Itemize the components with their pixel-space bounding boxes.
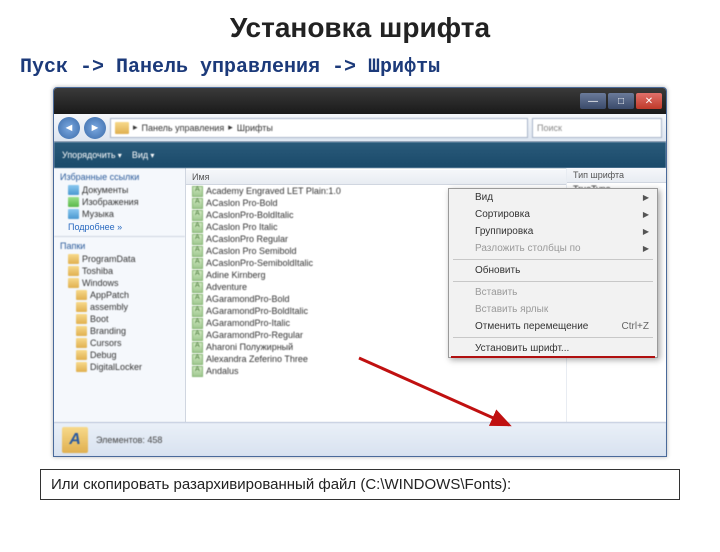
context-menu-item[interactable]: Вид▶ — [449, 189, 657, 206]
folder-icon — [115, 122, 129, 134]
folder-icon — [68, 278, 79, 288]
submenu-arrow-icon: ▶ — [643, 210, 649, 219]
sidebar-folder-item[interactable]: Branding — [54, 325, 185, 337]
sidebar-fav-item[interactable]: Музыка — [54, 208, 185, 220]
sidebar-folder-item[interactable]: Cursors — [54, 337, 185, 349]
folder-icon — [76, 326, 87, 336]
submenu-arrow-icon: ▶ — [643, 193, 649, 202]
font-file-icon — [192, 222, 203, 233]
titlebar: — □ ✕ — [54, 88, 666, 114]
sidebar-fav-item[interactable]: Документы — [54, 184, 185, 196]
sidebar-folder-item[interactable]: Debug — [54, 349, 185, 361]
folders-header: Папки — [54, 236, 185, 253]
font-file-icon — [192, 186, 203, 197]
link-icon — [68, 197, 79, 207]
sidebar-folder-item[interactable]: Windows — [54, 277, 185, 289]
context-menu: Вид▶Сортировка▶Группировка▶Разложить сто… — [448, 188, 658, 358]
link-icon — [68, 185, 79, 195]
context-menu-item[interactable]: Установить шрифт... — [449, 340, 657, 357]
context-menu-item[interactable]: Сортировка▶ — [449, 206, 657, 223]
context-menu-item[interactable]: Отменить перемещениеCtrl+Z — [449, 318, 657, 335]
submenu-arrow-icon: ▶ — [643, 227, 649, 236]
fonts-folder-icon: A — [62, 427, 88, 453]
folder-icon — [76, 314, 87, 324]
font-file-icon — [192, 210, 203, 221]
organize-menu[interactable]: Упорядочить — [62, 150, 122, 160]
sidebar-fav-item[interactable]: Изображения — [54, 196, 185, 208]
font-file-icon — [192, 342, 203, 353]
font-file-icon — [192, 282, 203, 293]
font-file-icon — [192, 270, 203, 281]
navbar: ◄ ► ▸ Панель управления ▸ Шрифты Поиск — [54, 114, 666, 142]
menu-separator — [453, 337, 653, 338]
font-file-icon — [192, 318, 203, 329]
font-file-icon — [192, 294, 203, 305]
footer-note: Или скопировать разархивированный файл (… — [40, 469, 680, 500]
close-button[interactable]: ✕ — [636, 93, 662, 109]
submenu-arrow-icon: ▶ — [643, 244, 649, 253]
toolbar: Упорядочить Вид — [54, 142, 666, 168]
context-menu-item: Разложить столбцы по▶ — [449, 240, 657, 257]
address-seg-2[interactable]: Шрифты — [237, 123, 273, 133]
address-bar[interactable]: ▸ Панель управления ▸ Шрифты — [110, 118, 528, 138]
address-seg-1[interactable]: Панель управления — [142, 123, 225, 133]
font-file-icon — [192, 246, 203, 257]
folder-icon — [76, 302, 87, 312]
menu-separator — [453, 281, 653, 282]
sidebar-folder-item[interactable]: DigitalLocker — [54, 361, 185, 373]
status-text: Элементов: 458 — [96, 435, 162, 445]
font-file-icon — [192, 306, 203, 317]
context-menu-item[interactable]: Обновить — [449, 262, 657, 279]
font-file-icon — [192, 330, 203, 341]
minimize-button[interactable]: — — [580, 93, 606, 109]
font-file-icon — [192, 354, 203, 365]
search-input[interactable]: Поиск — [532, 118, 662, 138]
link-icon — [68, 209, 79, 219]
folder-icon — [76, 338, 87, 348]
folder-icon — [68, 254, 79, 264]
breadcrumb-path: Пуск -> Панель управления -> Шрифты — [20, 56, 720, 79]
forward-button[interactable]: ► — [84, 117, 106, 139]
sidebar-folder-item[interactable]: Toshiba — [54, 265, 185, 277]
statusbar: A Элементов: 458 — [54, 422, 666, 456]
back-button[interactable]: ◄ — [58, 117, 80, 139]
sidebar-folder-item[interactable]: assembly — [54, 301, 185, 313]
view-menu[interactable]: Вид — [132, 150, 155, 160]
font-file-icon — [192, 198, 203, 209]
sidebar-folder-item[interactable]: AppPatch — [54, 289, 185, 301]
context-menu-item: Вставить ярлык — [449, 301, 657, 318]
folder-icon — [76, 362, 87, 372]
folder-icon — [68, 266, 79, 276]
column-name-header[interactable]: Имя — [186, 170, 566, 185]
more-link[interactable]: Подробнее » — [54, 220, 185, 234]
column-type-header[interactable]: Тип шрифта — [567, 168, 666, 183]
sidebar-folder-item[interactable]: ProgramData — [54, 253, 185, 265]
sidebar-folder-item[interactable]: Boot — [54, 313, 185, 325]
folder-icon — [76, 290, 87, 300]
font-file-icon — [192, 258, 203, 269]
sidebar: Избранные ссылки ДокументыИзображенияМуз… — [54, 168, 186, 422]
context-menu-item[interactable]: Группировка▶ — [449, 223, 657, 240]
folder-icon — [76, 350, 87, 360]
font-file-icon — [192, 366, 203, 377]
context-menu-item: Вставить — [449, 284, 657, 301]
menu-separator — [453, 259, 653, 260]
font-file-icon — [192, 234, 203, 245]
maximize-button[interactable]: □ — [608, 93, 634, 109]
slide-title: Установка шрифта — [0, 12, 720, 44]
explorer-window: — □ ✕ ◄ ► ▸ Панель управления ▸ Шрифты П… — [53, 87, 667, 457]
favorites-header: Избранные ссылки — [54, 168, 185, 184]
file-row[interactable]: Andalus — [186, 365, 566, 377]
